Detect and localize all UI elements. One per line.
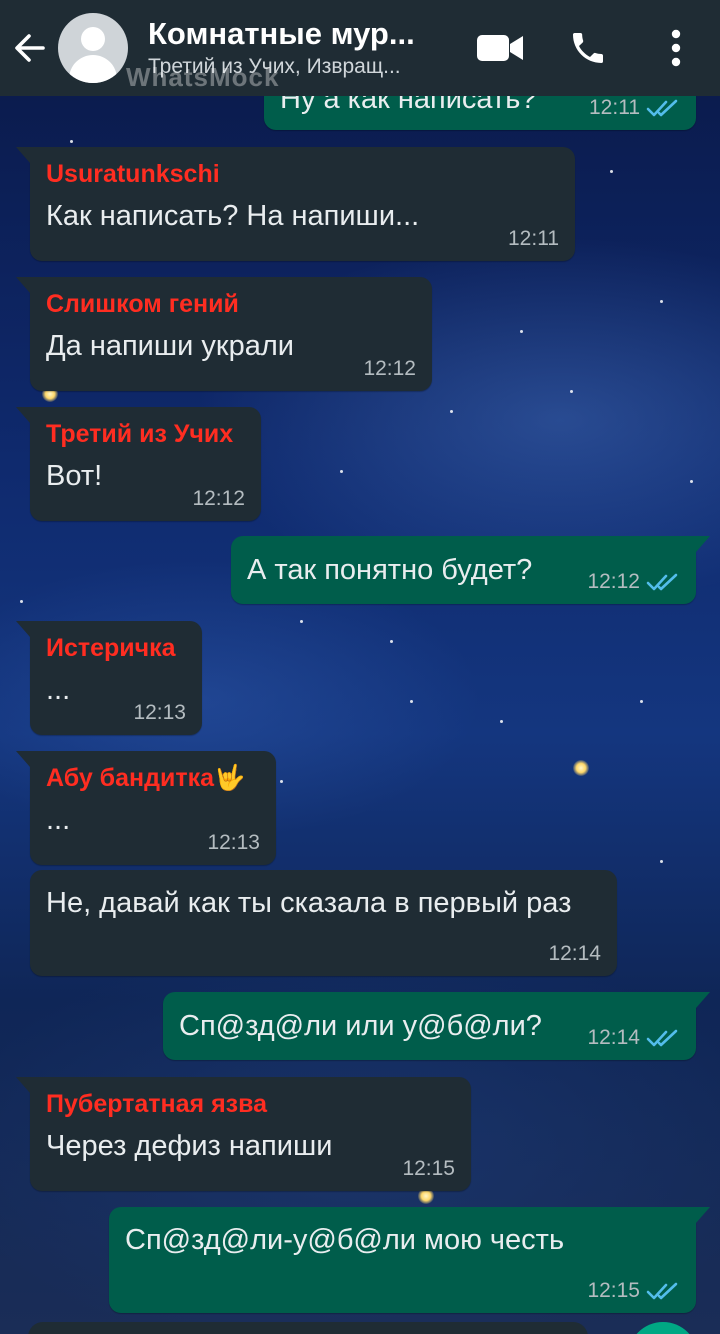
message-time: 12:13 <box>133 701 186 724</box>
message-time: 12:11 <box>508 227 559 250</box>
read-receipt-icon <box>646 573 678 591</box>
message-bubble-outgoing[interactable]: А так понятно будет? 12:12 <box>231 536 710 604</box>
message-bubble-incoming[interactable]: Пубертатная язва Через дефиз напиши 12:1… <box>16 1077 471 1191</box>
sender-name: Пубертатная язва <box>46 1090 268 1118</box>
video-call-icon <box>477 35 523 61</box>
more-options-button[interactable] <box>654 20 698 76</box>
message-text: Да напиши украли <box>46 330 294 362</box>
back-button[interactable] <box>0 0 58 96</box>
message-time: 12:12 <box>363 357 416 380</box>
read-receipt-icon <box>646 99 678 117</box>
back-arrow-icon <box>15 34 45 62</box>
message-time: 12:15 <box>402 1157 455 1180</box>
group-avatar[interactable] <box>58 13 128 83</box>
message-bubble-outgoing[interactable]: Сп@зд@ли или у@б@ли? 12:14 <box>163 992 710 1060</box>
message-bubble-incoming[interactable]: Абу бандитка🤟 ... 12:13 <box>16 751 276 865</box>
message-time: 12:11 <box>589 96 640 119</box>
sender-name: Usuratunkschi <box>46 160 220 188</box>
message-bubble-incoming[interactable]: Слишком гений Да напиши украли 12:12 <box>16 277 432 391</box>
message-text: Через дефиз напиши <box>46 1130 333 1162</box>
message-time: 12:15 <box>587 1279 640 1302</box>
message-time: 12:14 <box>548 942 601 965</box>
message-bubble-incoming[interactable]: Usuratunkschi Как написать? На напиши...… <box>16 147 575 261</box>
sender-name: Третий из Учих <box>46 420 234 448</box>
message-bubble-incoming[interactable]: Истеричка ... 12:13 <box>16 621 202 735</box>
read-receipt-icon <box>646 1029 678 1047</box>
message-time: 12:12 <box>587 570 640 593</box>
message-text: Сп@зд@ли-у@б@ли мою честь <box>125 1224 565 1256</box>
message-time: 12:14 <box>587 1026 640 1049</box>
more-options-icon <box>671 29 681 67</box>
voice-call-button[interactable] <box>560 20 616 76</box>
message-time: 12:12 <box>192 487 245 510</box>
message-list: Ну а как написать? 12:11 Usuratunkschi К… <box>0 0 720 1334</box>
sender-name: Слишком гений <box>46 290 239 318</box>
chat-title: Комнатные мур... <box>148 16 415 51</box>
message-bubble-incoming[interactable]: Третий из Учих Вот! 12:12 <box>16 407 261 521</box>
read-receipt-icon <box>646 1282 678 1300</box>
message-bubble-outgoing[interactable]: Сп@зд@ли-у@б@ли мою честь 12:15 <box>109 1207 710 1313</box>
message-text: Как написать? На напиши... <box>46 200 420 232</box>
chat-header: Комнатные мур... Третий из Учих, Извращ.… <box>0 0 720 96</box>
message-bubble-incoming[interactable]: Не, давай как ты сказала в первый раз 12… <box>30 870 617 976</box>
message-text: Не, давай как ты сказала в первый раз <box>46 887 572 919</box>
message-time: 12:13 <box>207 831 260 854</box>
sender-name: Абу бандитка🤟 <box>46 764 246 792</box>
phone-icon <box>573 33 603 63</box>
sender-name: Истеричка <box>46 634 176 662</box>
message-input-bar[interactable] <box>28 1322 588 1334</box>
watermark: WhatsMock <box>126 62 280 92</box>
video-call-button[interactable] <box>470 20 530 76</box>
